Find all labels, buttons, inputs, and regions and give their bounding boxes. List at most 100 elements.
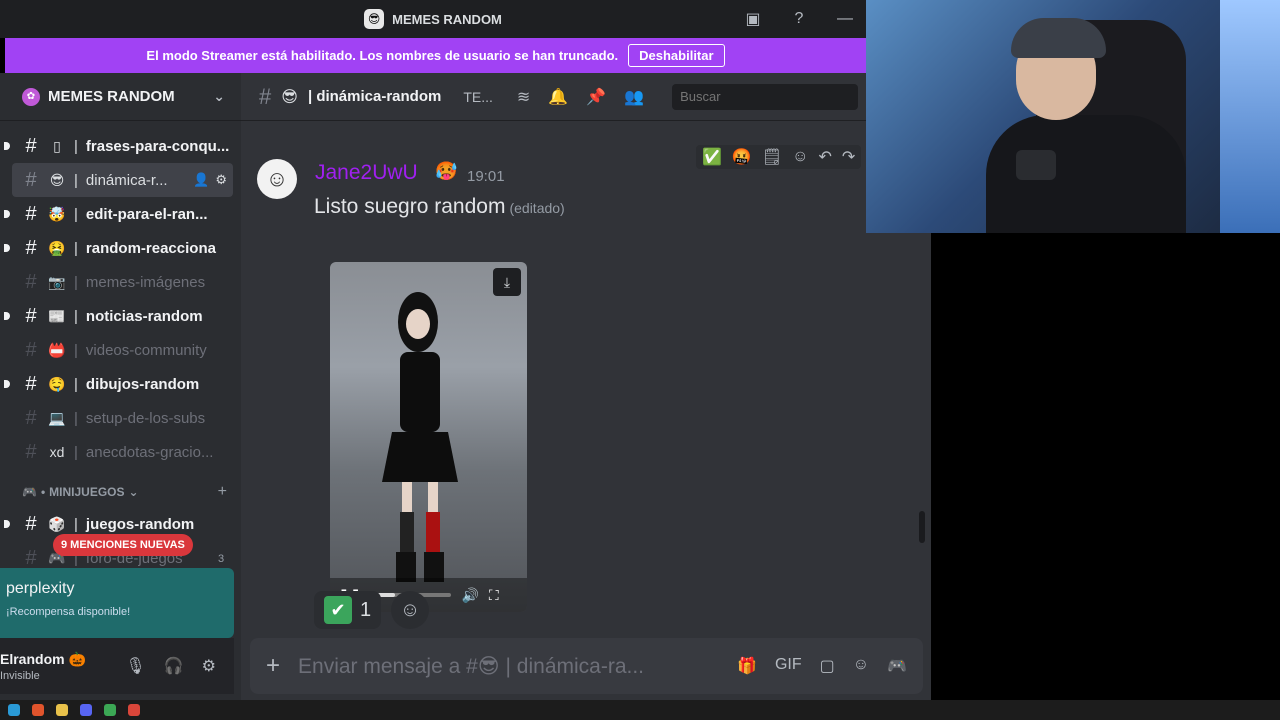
member-list-icon[interactable]: 👥 xyxy=(624,87,644,107)
channel-emoji: ▯ xyxy=(53,137,61,154)
app-title: 😎 MEMES RANDOM xyxy=(364,9,502,29)
channel-item[interactable]: # 📰 | noticias-random xyxy=(0,299,241,333)
perplexity-promo-card[interactable]: perplexity ¡Recompensa disponible! xyxy=(0,568,234,638)
webcam-overlay xyxy=(866,0,1280,233)
add-channel-icon[interactable]: + xyxy=(218,483,227,501)
banner-text: El modo Streamer está habilitado. Los no… xyxy=(146,48,619,63)
channel-item[interactable]: # ▯ | frases-para-conqu... xyxy=(0,129,241,163)
discord-window: 😎 MEMES RANDOM ▣ ? — El modo Streamer es… xyxy=(0,0,1280,720)
channel-name: anecdotas-gracio... xyxy=(85,443,214,461)
channel-settings-gear-icon[interactable]: ⚙ xyxy=(215,172,227,188)
titlebar-actions: ▣ ? — xyxy=(742,8,856,30)
reaction-count: 1 xyxy=(360,598,372,621)
edge-icon[interactable] xyxy=(8,704,20,716)
channel-name: memes-imágenes xyxy=(85,273,206,291)
channel-emoji: 💻 xyxy=(48,409,66,426)
channel-emoji: 📛 xyxy=(48,341,66,358)
channel-name: noticias-random xyxy=(85,307,203,325)
download-icon[interactable]: ⤓ xyxy=(493,268,521,296)
reaction-check[interactable]: ✔ 1 xyxy=(314,591,382,629)
separator: | xyxy=(74,409,78,427)
channel-item[interactable]: # 😎 | dinámica-r... 👤 ⚙ xyxy=(12,163,233,197)
channel-item[interactable]: # xd | anecdotas-gracio... xyxy=(0,435,241,469)
unread-indicator xyxy=(4,312,10,320)
minimize-icon[interactable]: — xyxy=(834,8,856,30)
message-input[interactable]: Enviar mensaje a #😎 | dinámica-ra... xyxy=(298,654,693,679)
channel-emoji: 😎 xyxy=(49,171,65,188)
server-header[interactable]: ✿ MEMES RANDOM ⌄ xyxy=(0,73,241,121)
server-name: MEMES RANDOM xyxy=(48,88,175,105)
category-icon: 🎮 xyxy=(22,485,37,499)
channel-emoji: 🤤 xyxy=(48,375,66,392)
video-attachment[interactable]: ⤓ ❚❚ 🔊 ⛶ xyxy=(330,262,527,612)
user-info[interactable]: Elrandom 🎃 Invisible xyxy=(0,651,86,682)
brave-icon[interactable] xyxy=(32,704,44,716)
settings-gear-icon[interactable]: ⚙ xyxy=(202,656,216,676)
separator: | xyxy=(74,341,78,359)
scrollbar-thumb[interactable] xyxy=(919,511,925,543)
channel-emoji: 🤯 xyxy=(48,205,66,222)
forward-icon[interactable]: ↷ xyxy=(842,147,855,167)
notification-bell-icon[interactable]: 🔔 xyxy=(548,87,568,107)
emoji-icon[interactable]: ☺ xyxy=(853,656,869,676)
edited-label: (editado) xyxy=(509,200,565,216)
message-author[interactable]: Jane2UwU xyxy=(315,161,418,185)
promo-title: perplexity xyxy=(6,580,75,597)
fullscreen-icon[interactable]: ⛶ xyxy=(489,587,499,604)
hash-icon: # xyxy=(25,546,37,569)
quick-react-check-icon[interactable]: ✅ xyxy=(702,147,722,167)
channel-topic[interactable]: TE... xyxy=(463,89,493,105)
channel-item[interactable]: # 🤤 | dibujos-random xyxy=(0,367,241,401)
header-actions: ≋ 🔔 📌 👥 xyxy=(517,87,644,107)
reply-icon[interactable]: ↶ xyxy=(819,147,832,167)
help-icon[interactable]: ? xyxy=(788,8,810,30)
invite-icon[interactable]: 👤 xyxy=(193,172,209,188)
header-channel-name: | dinámica-random xyxy=(307,88,442,105)
pinned-messages-icon[interactable]: 📌 xyxy=(586,87,606,107)
channel-item[interactable]: # 📷 | memes-imágenes xyxy=(0,265,241,299)
channel-item[interactable]: # 🤯 | edit-para-el-ran... xyxy=(0,197,241,231)
gift-icon[interactable]: 🎁 xyxy=(737,656,757,676)
quick-react-face-icon[interactable]: 🤬 xyxy=(732,147,752,167)
message-area: ✅ 🤬 🗒 ☺ ↶ ↷ ☺ Jane2UwU 🥵 19:01 Listo sue… xyxy=(241,121,931,700)
channel-item[interactable]: # 💻 | setup-de-los-subs xyxy=(0,401,241,435)
server-icon: ✿ xyxy=(22,87,40,106)
activities-icon[interactable]: 🎮 xyxy=(887,656,907,676)
hash-icon: # xyxy=(25,202,37,225)
channel-item[interactable]: # 📛 | videos-community xyxy=(0,333,241,367)
unread-indicator xyxy=(4,142,10,150)
category-minijuegos[interactable]: 🎮 • MINIJUEGOS ⌄ + xyxy=(0,477,241,507)
chevron-down-icon[interactable]: ⌄ xyxy=(213,88,225,105)
channel-item[interactable]: # 🤮 | random-reacciona xyxy=(0,231,241,265)
webcam-led-light xyxy=(1220,0,1280,233)
user-name: Elrandom 🎃 xyxy=(0,650,86,667)
inbox-icon[interactable]: ▣ xyxy=(742,8,764,30)
threads-icon[interactable]: ≋ xyxy=(517,87,530,107)
avatar[interactable]: ☺ xyxy=(257,159,297,199)
message-text: Listo suegro random (editado) xyxy=(314,195,565,218)
channel-list: # ▯ | frases-para-conqu... # 😎 | dinámica-r... 👤… xyxy=(0,129,241,575)
add-reaction-button[interactable]: ☺ xyxy=(391,591,430,629)
discord-taskbar-icon[interactable] xyxy=(80,704,92,716)
reactions-row: ✔ 1 ☺ xyxy=(314,591,430,629)
volume-icon[interactable]: 🔊 xyxy=(461,587,478,604)
composer-actions: 🎁 GIF ▢ ☺ 🎮 xyxy=(737,656,907,676)
add-reaction-icon[interactable]: ☺ xyxy=(792,148,808,166)
quick-react-sticker-icon[interactable]: 🗒 xyxy=(762,147,782,167)
webcam-cap xyxy=(1011,18,1106,58)
sticker-icon[interactable]: ▢ xyxy=(820,656,835,676)
microphone-icon[interactable]: 🎙 xyxy=(125,656,145,676)
search-input[interactable] xyxy=(672,83,859,110)
channel-name: random-reacciona xyxy=(85,239,216,257)
headphones-icon[interactable]: 🎧 xyxy=(164,656,184,676)
gif-icon[interactable]: GIF xyxy=(775,656,802,676)
author-badge-emoji: 🥵 xyxy=(435,161,458,181)
app-icon[interactable] xyxy=(128,704,140,716)
hash-icon: # xyxy=(25,406,37,429)
folder-icon[interactable] xyxy=(56,704,68,716)
chrome-icon[interactable] xyxy=(104,704,116,716)
attach-plus-icon[interactable]: + xyxy=(266,652,280,680)
disable-streamer-button[interactable]: Deshabilitar xyxy=(628,44,725,67)
hash-icon: # xyxy=(25,372,37,395)
new-mentions-pill[interactable]: 9 MENCIONES NUEVAS xyxy=(53,534,193,556)
